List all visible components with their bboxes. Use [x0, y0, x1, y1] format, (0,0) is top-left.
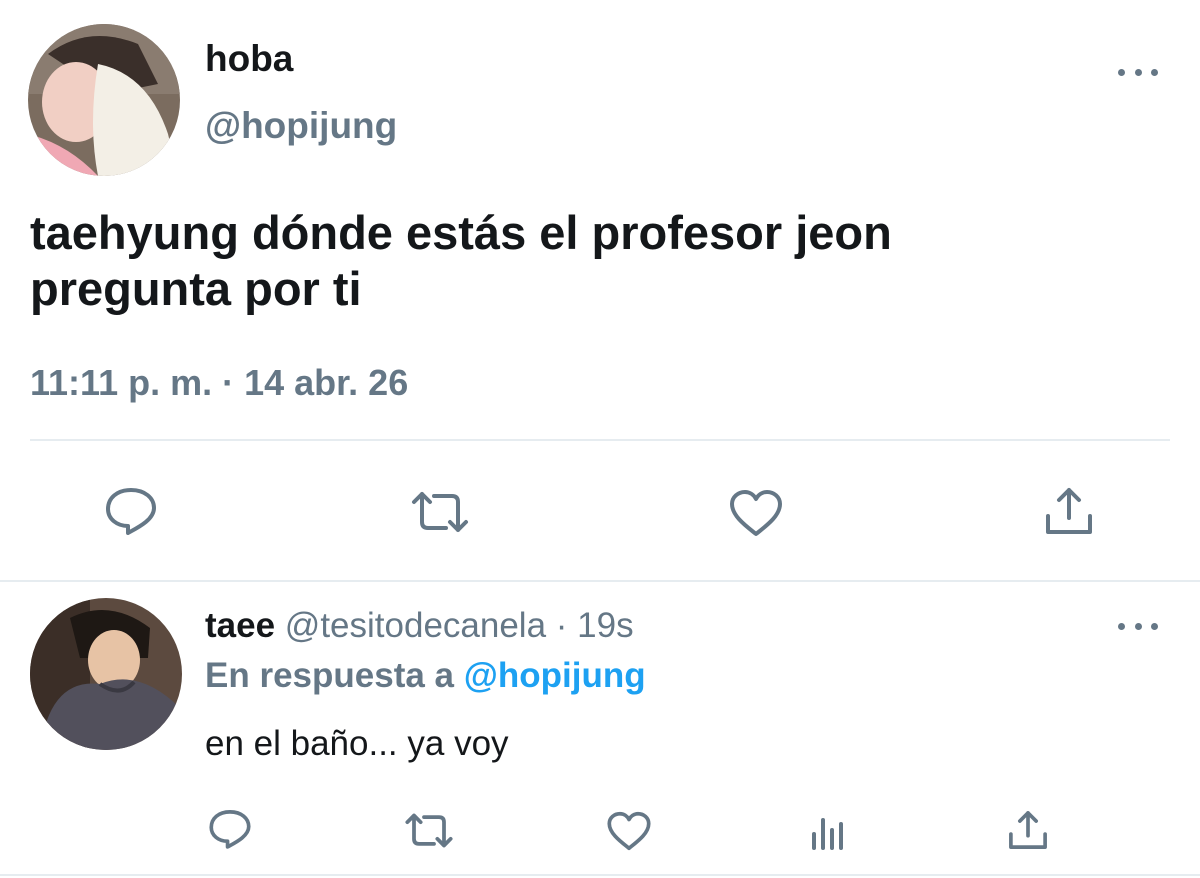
more-dot-icon	[1118, 622, 1125, 630]
reply-reply-button[interactable]	[208, 808, 252, 850]
reply-analytics-button[interactable]	[808, 812, 848, 852]
reply-like-button[interactable]	[606, 810, 652, 852]
author-handle[interactable]: @hopijung	[205, 105, 397, 147]
divider	[0, 874, 1200, 876]
user-avatar-photo	[28, 24, 180, 176]
more-dot-icon	[1134, 622, 1142, 630]
author-avatar[interactable]	[28, 24, 180, 176]
analytics-icon	[812, 818, 843, 850]
like-icon	[730, 490, 782, 536]
user-avatar-photo	[30, 598, 182, 750]
reply-context-prefix: En respuesta a	[205, 656, 454, 695]
retweet-button[interactable]	[410, 490, 470, 534]
reply-display-name[interactable]: taee	[205, 606, 275, 645]
reply-retweet-button[interactable]	[404, 812, 454, 849]
tweet-text-line: pregunta por ti	[30, 262, 362, 315]
share-button[interactable]	[1042, 484, 1096, 538]
more-dot-icon	[1151, 68, 1158, 76]
divider	[30, 439, 1170, 441]
reply-author-avatar[interactable]	[30, 598, 182, 750]
retweet-icon	[412, 492, 468, 532]
tweet-text-line: taehyung dónde estás el profesor jeon	[30, 206, 892, 259]
share-icon	[1009, 811, 1047, 849]
tweet-text: taehyung dónde estás el profesor jeon pr…	[30, 205, 892, 317]
more-options-button[interactable]	[1118, 62, 1158, 82]
reply-share-button[interactable]	[1006, 808, 1050, 852]
reply-icon	[209, 810, 251, 849]
more-dot-icon	[1134, 68, 1142, 76]
reply-context: En respuesta a @hopijung	[205, 656, 646, 696]
reply-text: en el baño... ya voy	[205, 724, 509, 763]
divider	[0, 580, 1200, 582]
reply-more-options-button[interactable]	[1118, 616, 1158, 636]
reply-icon	[106, 488, 156, 535]
tweet-timestamp[interactable]: 11:11 p. m. · 14 abr. 26	[30, 362, 408, 404]
reply-handle[interactable]: @tesitodecanela	[285, 606, 546, 645]
retweet-icon	[405, 813, 453, 848]
author-display-name[interactable]: hoba	[205, 38, 293, 80]
reply-button[interactable]	[104, 486, 158, 536]
more-dot-icon	[1118, 68, 1125, 76]
reply-to-mention[interactable]: @hopijung	[464, 656, 646, 695]
like-button[interactable]	[728, 488, 784, 538]
reply-time[interactable]: · 19s	[556, 606, 634, 645]
share-icon	[1046, 488, 1092, 534]
more-dot-icon	[1151, 622, 1158, 630]
like-icon	[607, 811, 651, 851]
reply-header: taee @tesitodecanela · 19s	[205, 606, 634, 646]
